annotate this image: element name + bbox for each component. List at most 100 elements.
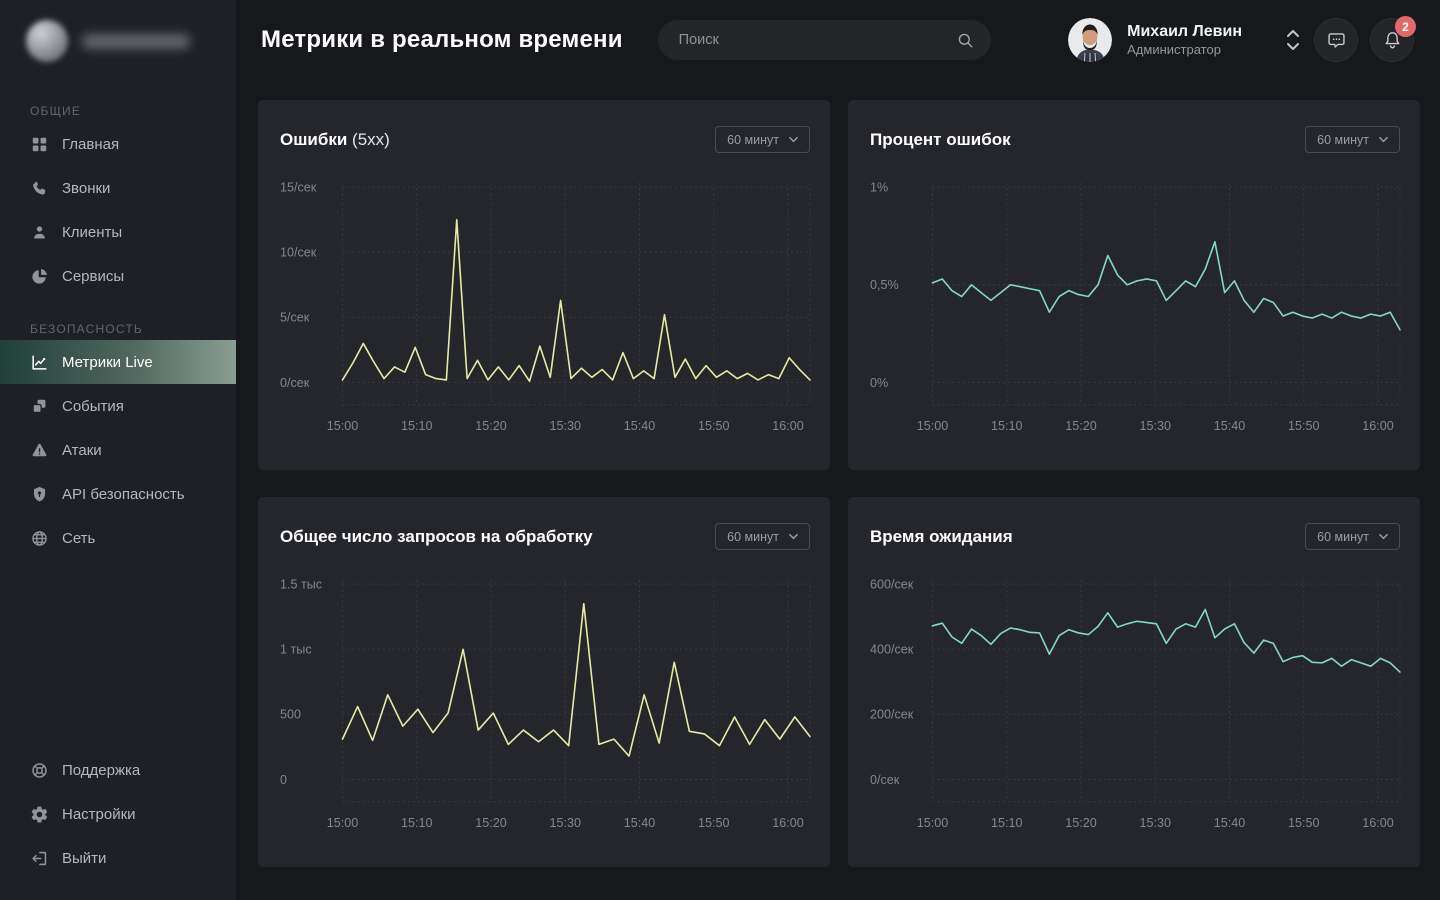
time-range-select[interactable]: 60 минут [1305,126,1400,153]
sidebar-item-events[interactable]: События [0,384,236,428]
lifebuoy-icon [30,761,49,780]
warning-icon [30,441,49,460]
svg-text:15:30: 15:30 [550,816,581,830]
panel-head: Общее число запросов на обработку 60 мин… [258,497,830,550]
logo-wordmark [82,34,190,49]
svg-text:15:40: 15:40 [624,419,655,433]
svg-text:15:20: 15:20 [1065,419,1096,433]
svg-text:0: 0 [280,773,287,787]
sidebar-item-metrics-live[interactable]: Метрики Live [0,340,236,384]
avatar[interactable] [1068,18,1112,62]
time-range-select[interactable]: 60 минут [715,523,810,550]
chevron-down-icon [1378,531,1389,542]
time-range-select[interactable]: 60 минут [1305,523,1400,550]
user-cluster: Михаил Левин Администратор 2 [1068,18,1414,62]
chat-icon [1326,30,1347,51]
svg-text:600/сек: 600/сек [870,577,914,591]
svg-text:15:10: 15:10 [401,419,432,433]
user-name: Михаил Левин [1127,22,1242,42]
svg-text:15:20: 15:20 [475,816,506,830]
svg-text:15:00: 15:00 [917,816,948,830]
panel-title-main: Время ожидания [870,527,1013,546]
sidebar-section-general-label: ОБЩИЕ [0,104,236,122]
svg-text:1.5 тыс: 1.5 тыс [280,577,322,591]
svg-text:15:10: 15:10 [991,816,1022,830]
grid-icon [30,135,49,154]
logo[interactable] [0,0,236,80]
time-range-select[interactable]: 60 минут [715,126,810,153]
panel-head: Время ожидания 60 минут [848,497,1420,550]
sidebar-item-label: Атаки [62,442,102,459]
logo-icon [26,20,68,62]
sidebar-item-support[interactable]: Поддержка [0,748,236,792]
svg-text:0/сек: 0/сек [280,376,310,390]
sidebar-item-settings[interactable]: Настройки [0,792,236,836]
chevron-up-down-icon[interactable] [1284,27,1302,53]
svg-text:15:50: 15:50 [1288,816,1319,830]
sidebar-item-api-security[interactable]: API безопасность [0,472,236,516]
sidebar-item-attacks[interactable]: Атаки [0,428,236,472]
sidebar-item-home[interactable]: Главная [0,122,236,166]
svg-text:200/сек: 200/сек [870,708,914,722]
panel-title-main: Процент ошибок [870,130,1011,149]
panel-head: Процент ошибок 60 минут [848,100,1420,153]
user-info: Михаил Левин Администратор [1127,22,1242,58]
sidebar-item-logout[interactable]: Выйти [0,836,236,880]
sidebar-item-label: Сеть [62,530,95,547]
sidebar-item-label: Настройки [62,806,136,823]
page-title: Метрики в реальном времени [261,26,623,54]
svg-text:15:20: 15:20 [1065,816,1096,830]
chart-wrap: 15/сек10/сек5/сек0/сек15:0015:1015:2015:… [258,153,830,445]
notifications-button[interactable]: 2 [1370,18,1414,62]
sidebar-item-calls[interactable]: Звонки [0,166,236,210]
sidebar-item-network[interactable]: Сеть [0,516,236,560]
svg-text:0,5%: 0,5% [870,278,899,292]
time-range-value: 60 минут [1317,133,1369,147]
svg-text:16:00: 16:00 [1362,419,1393,433]
time-range-value: 60 минут [1317,530,1369,544]
svg-text:15:00: 15:00 [917,419,948,433]
sidebar-footer-nav: Поддержка Настройки Выйти [0,748,236,900]
chart-wrap: 1%0,5%0%15:0015:1015:2015:3015:4015:5016… [848,153,1420,445]
notification-badge: 2 [1395,16,1416,37]
svg-text:15:20: 15:20 [475,419,506,433]
panel-error-rate: Процент ошибок 60 минут 1%0,5%0%15:0015:… [848,100,1420,470]
topbar: Метрики в реальном времени [236,0,1440,80]
sidebar-item-services[interactable]: Сервисы [0,254,236,298]
person-icon [30,223,49,242]
phone-icon [30,179,49,198]
globe-icon [30,529,49,548]
svg-text:15:30: 15:30 [1140,816,1171,830]
svg-text:5/сек: 5/сек [280,311,310,325]
search-bar [658,20,991,60]
sidebar-item-label: События [62,398,124,415]
user-role: Администратор [1127,42,1242,58]
svg-text:400/сек: 400/сек [870,643,914,657]
sidebar-item-label: Поддержка [62,762,140,779]
svg-text:15:50: 15:50 [698,419,729,433]
search-input[interactable] [679,32,956,48]
chart-line-icon [30,353,49,372]
svg-text:15:00: 15:00 [327,816,358,830]
shield-icon [30,485,49,504]
panel-title: Время ожидания [870,527,1013,547]
app-root: ОБЩИЕ Главная Звонки Клиенты Сервисы БЕЗ… [0,0,1440,900]
sidebar-nav-general: Главная Звонки Клиенты Сервисы [0,122,236,298]
sidebar: ОБЩИЕ Главная Звонки Клиенты Сервисы БЕЗ… [0,0,236,900]
sidebar-item-label: Сервисы [62,268,124,285]
panel-latency: Время ожидания 60 минут 600/сек 400/сек 20… [848,497,1420,867]
svg-text:15:50: 15:50 [698,816,729,830]
svg-text:15:10: 15:10 [401,816,432,830]
chevron-down-icon [1378,134,1389,145]
chart-errors-5xx: 15/сек10/сек5/сек0/сек15:0015:1015:2015:… [276,175,814,445]
svg-text:500: 500 [280,708,301,722]
sidebar-item-label: Клиенты [62,224,122,241]
messages-button[interactable] [1314,18,1358,62]
svg-text:0/сек: 0/сек [870,773,900,787]
sidebar-item-clients[interactable]: Клиенты [0,210,236,254]
svg-text:0%: 0% [870,376,888,390]
sidebar-item-label: Выйти [62,850,106,867]
layers-icon [30,397,49,416]
sidebar-item-label: Звонки [62,180,110,197]
svg-text:1 тыс: 1 тыс [280,643,312,657]
